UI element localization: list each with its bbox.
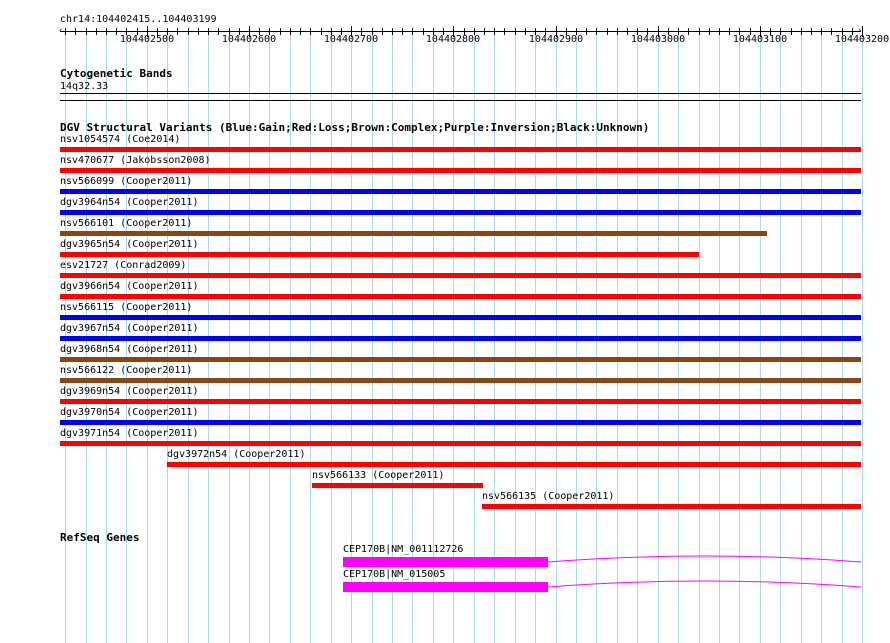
gene-intron-path — [547, 580, 862, 588]
gene-intron-line — [547, 580, 862, 588]
